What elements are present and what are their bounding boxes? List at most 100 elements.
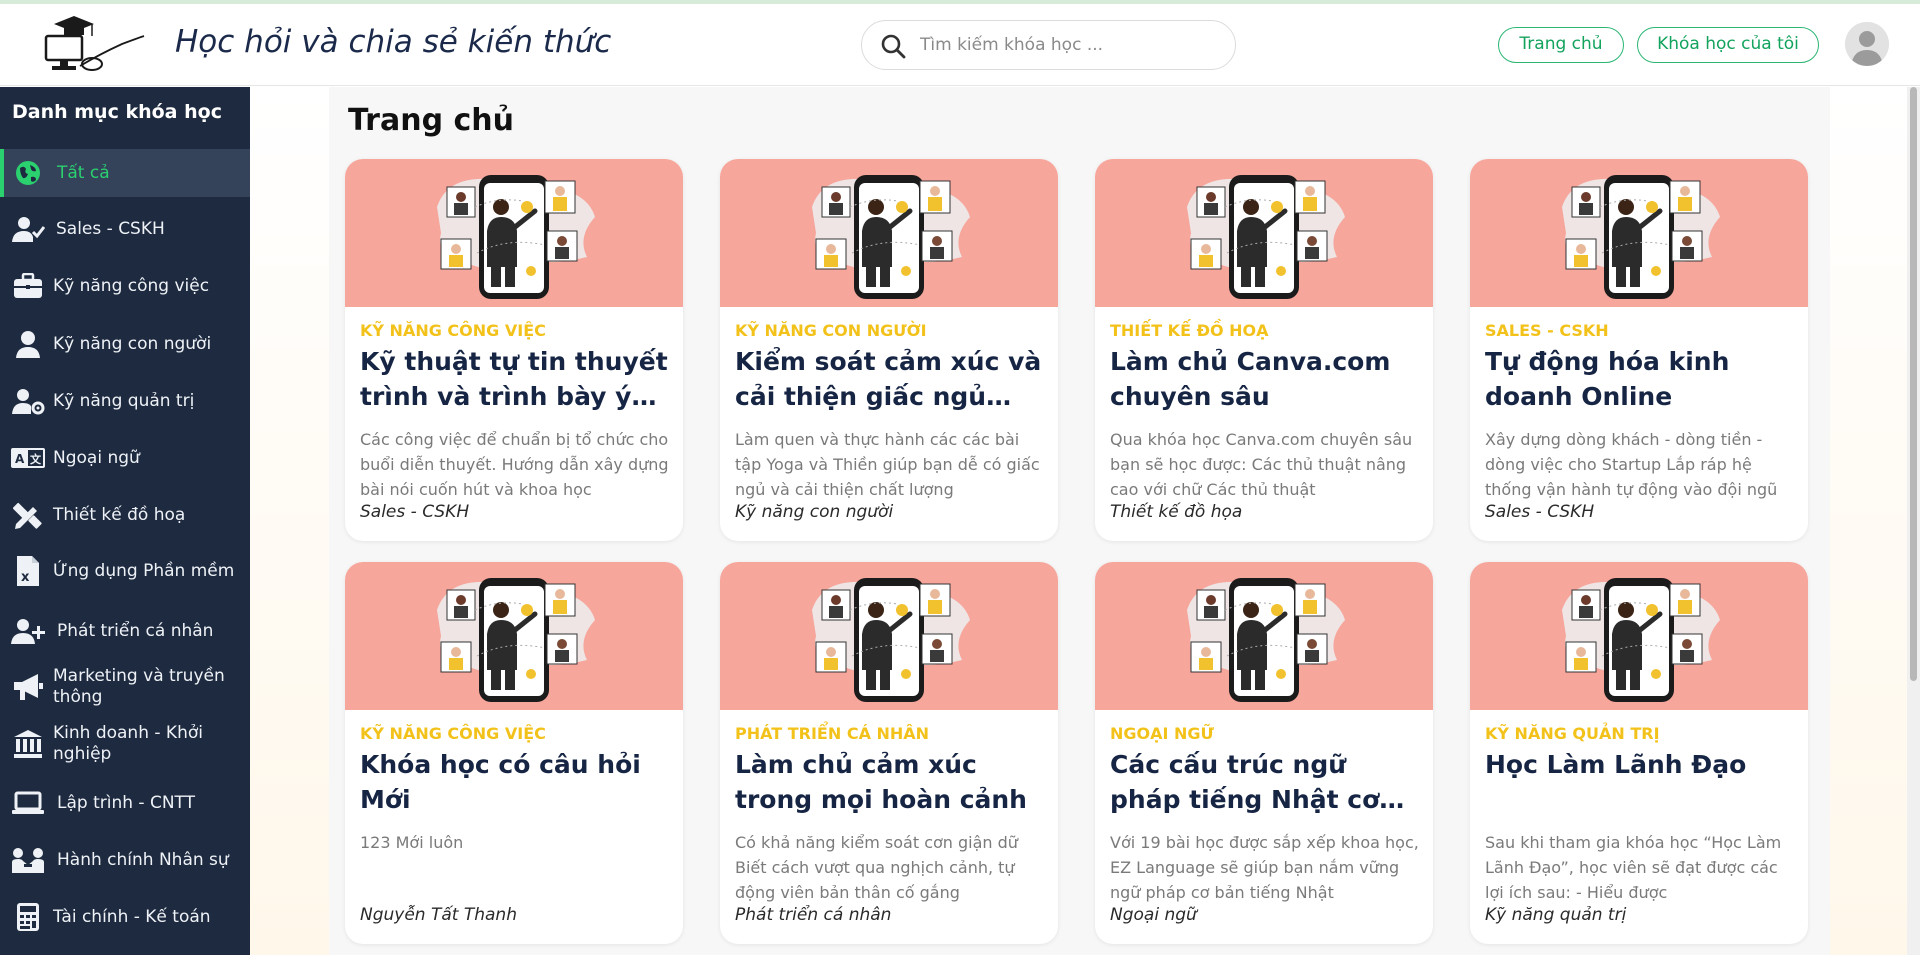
- scrollbar-thumb[interactable]: [1910, 87, 1917, 681]
- course-card[interactable]: KỸ NĂNG CÔNG VIỆC Kỹ thuật tự tin thuyết…: [345, 159, 683, 541]
- course-tag: Sales - CSKH: [360, 502, 470, 522]
- course-card[interactable]: KỸ NĂNG CON NGƯỜI Kiểm soát cảm xúc và c…: [720, 159, 1058, 541]
- sidebar-item-label: Thiết kế đồ hoạ: [53, 504, 186, 525]
- course-title[interactable]: Kỹ thuật tự tin thuyết trình và trình bà…: [360, 344, 672, 416]
- sidebar-item-label: Hành chính Nhân sự: [57, 849, 229, 870]
- excel-file-icon: x: [10, 555, 46, 587]
- sidebar-item-software[interactable]: x Ứng dụng Phần mềm: [0, 545, 250, 597]
- scrollbar[interactable]: [1907, 87, 1920, 955]
- sidebar-title: Danh mục khóa học: [12, 101, 222, 123]
- course-thumbnail[interactable]: [345, 562, 683, 710]
- globe-icon: [10, 157, 46, 189]
- course-category: NGOẠI NGỮ: [1110, 724, 1214, 743]
- sidebar-item-management[interactable]: Kỹ năng quản trị: [0, 379, 250, 423]
- page-title: Trang chủ: [348, 103, 514, 138]
- phone-people-illustration-icon: [1187, 578, 1345, 702]
- course-title[interactable]: Kiểm soát cảm xúc và cải thiện giấc ngủ …: [735, 344, 1047, 416]
- course-tag: Ngoại ngữ: [1110, 905, 1197, 925]
- course-description: Có khả năng kiểm soát cơn giận dữ Biết c…: [735, 833, 1018, 902]
- course-title[interactable]: Các cấu trúc ngữ pháp tiếng Nhật cơ bản: [1110, 747, 1422, 819]
- sidebar-item-label: Sales - CSKH: [56, 218, 165, 239]
- phone-people-illustration-icon: [437, 175, 595, 299]
- course-thumbnail[interactable]: [1470, 159, 1808, 307]
- phone-people-illustration-icon: [812, 175, 970, 299]
- phone-people-illustration-icon: [812, 578, 970, 702]
- people-icon: [10, 844, 46, 876]
- sidebar-item-hr[interactable]: Hành chính Nhân sự: [0, 838, 250, 882]
- nav-my-courses-button[interactable]: Khóa học của tôi: [1637, 27, 1819, 63]
- course-description: Qua khóa học Canva.com chuyên sâu bạn sẽ…: [1110, 430, 1413, 499]
- course-title[interactable]: Học Làm Lãnh Đạo: [1485, 747, 1797, 819]
- course-card[interactable]: KỸ NĂNG CÔNG VIỆC Khóa học có câu hỏi Mớ…: [345, 562, 683, 944]
- course-category: KỸ NĂNG CÔNG VIỆC: [360, 321, 546, 340]
- course-description: Với 19 bài học được sắp xếp khoa học, EZ…: [1110, 833, 1419, 902]
- sidebar-item-graphic-design[interactable]: Thiết kế đồ hoạ: [0, 493, 250, 537]
- sidebar-item-finance[interactable]: Tài chính - Kế toán: [0, 895, 250, 939]
- course-category: KỸ NĂNG CÔNG VIỆC: [360, 724, 546, 743]
- course-card[interactable]: NGOẠI NGỮ Các cấu trúc ngữ pháp tiếng Nh…: [1095, 562, 1433, 944]
- user-gear-icon: [10, 385, 46, 417]
- course-tag: Nguyễn Tất Thanh: [360, 905, 517, 925]
- course-title[interactable]: Làm chủ cảm xúc trong mọi hoàn cảnh: [735, 747, 1047, 819]
- sidebar-item-label: Tất cả: [57, 162, 110, 183]
- course-thumbnail[interactable]: [720, 159, 1058, 307]
- nav-home-button[interactable]: Trang chủ: [1498, 27, 1624, 63]
- sidebar-item-people-skills[interactable]: Kỹ năng con người: [0, 322, 250, 366]
- course-category: KỸ NĂNG QUẢN TRỊ: [1485, 724, 1660, 743]
- phone-people-illustration-icon: [1562, 578, 1720, 702]
- phone-people-illustration-icon: [1187, 175, 1345, 299]
- sidebar-item-personal-dev[interactable]: Phát triển cá nhân: [0, 609, 250, 653]
- course-category: THIẾT KẾ ĐỒ HOẠ: [1110, 321, 1269, 340]
- sidebar-item-languages[interactable]: A文 Ngoại ngữ: [0, 436, 250, 480]
- course-description: 123 Mới luôn: [360, 833, 464, 852]
- sidebar-item-label: Kỹ năng con người: [53, 333, 212, 354]
- svg-text:x: x: [21, 570, 30, 585]
- course-thumbnail[interactable]: [1095, 159, 1433, 307]
- course-title[interactable]: Khóa học có câu hỏi Mới: [360, 747, 672, 819]
- sidebar-item-sales[interactable]: Sales - CSKH: [0, 207, 250, 251]
- course-tag: Kỹ năng con người: [735, 502, 894, 522]
- sidebar-item-work-skills[interactable]: Kỹ năng công việc: [0, 264, 250, 308]
- sidebar-item-label: Kinh doanh - Khởi nghiệp: [53, 723, 203, 764]
- search-box[interactable]: [861, 20, 1236, 70]
- course-card[interactable]: KỸ NĂNG QUẢN TRỊ Học Làm Lãnh Đạo Sau kh…: [1470, 562, 1808, 944]
- course-tag: Sales - CSKH: [1485, 502, 1595, 522]
- course-category: SALES - CSKH: [1485, 321, 1609, 340]
- svg-text:A: A: [15, 452, 25, 466]
- sidebar: Danh mục khóa học Tất cả Sales - CSKH Kỹ…: [0, 87, 250, 955]
- language-icon: A文: [10, 442, 46, 474]
- sidebar-item-programming[interactable]: Lập trình - CNTT: [0, 781, 250, 825]
- course-description: Các công việc để chuẩn bị tổ chức cho bu…: [360, 430, 669, 499]
- course-title[interactable]: Tự động hóa kinh doanh Online: [1485, 344, 1797, 416]
- course-description: Sau khi tham gia khóa học “Học Làm Lãnh …: [1485, 833, 1782, 902]
- course-title[interactable]: Làm chủ Canva.com chuyên sâu: [1110, 344, 1422, 416]
- sidebar-item-label: Tài chính - Kế toán: [53, 906, 211, 927]
- megaphone-icon: [10, 671, 46, 703]
- course-thumbnail[interactable]: [720, 562, 1058, 710]
- course-card[interactable]: SALES - CSKH Tự động hóa kinh doanh Onli…: [1470, 159, 1808, 541]
- sidebar-item-label: Ngoại ngữ: [53, 447, 140, 468]
- search-input[interactable]: [920, 21, 1220, 69]
- search-icon[interactable]: [880, 33, 906, 59]
- briefcase-icon: [10, 270, 46, 302]
- avatar[interactable]: [1845, 22, 1889, 66]
- course-card[interactable]: PHÁT TRIỂN CÁ NHÂN Làm chủ cảm xúc trong…: [720, 562, 1058, 944]
- course-thumbnail[interactable]: [1470, 562, 1808, 710]
- sidebar-item-label: Kỹ năng quản trị: [53, 390, 195, 411]
- course-card[interactable]: THIẾT KẾ ĐỒ HOẠ Làm chủ Canva.com chuyên…: [1095, 159, 1433, 541]
- sidebar-item-business[interactable]: Kinh doanh - Khởi nghiệp: [0, 718, 250, 770]
- user-check-icon: [10, 213, 46, 245]
- logo[interactable]: [40, 14, 148, 76]
- sidebar-item-label: Kỹ năng công việc: [53, 275, 210, 296]
- user-avatar-icon: [1845, 22, 1889, 66]
- user-icon: [10, 328, 46, 360]
- sidebar-item-label: Lập trình - CNTT: [57, 792, 196, 813]
- course-tag: Thiết kế đồ họa: [1110, 502, 1243, 522]
- course-thumbnail[interactable]: [345, 159, 683, 307]
- phone-people-illustration-icon: [437, 578, 595, 702]
- sidebar-item-label: Ứng dụng Phần mềm: [53, 560, 235, 581]
- sidebar-item-marketing[interactable]: Marketing và truyền thông: [0, 661, 250, 713]
- course-thumbnail[interactable]: [1095, 562, 1433, 710]
- site-title: Học hỏi và chia sẻ kiến thức: [175, 24, 612, 60]
- sidebar-item-all[interactable]: Tất cả: [0, 149, 250, 197]
